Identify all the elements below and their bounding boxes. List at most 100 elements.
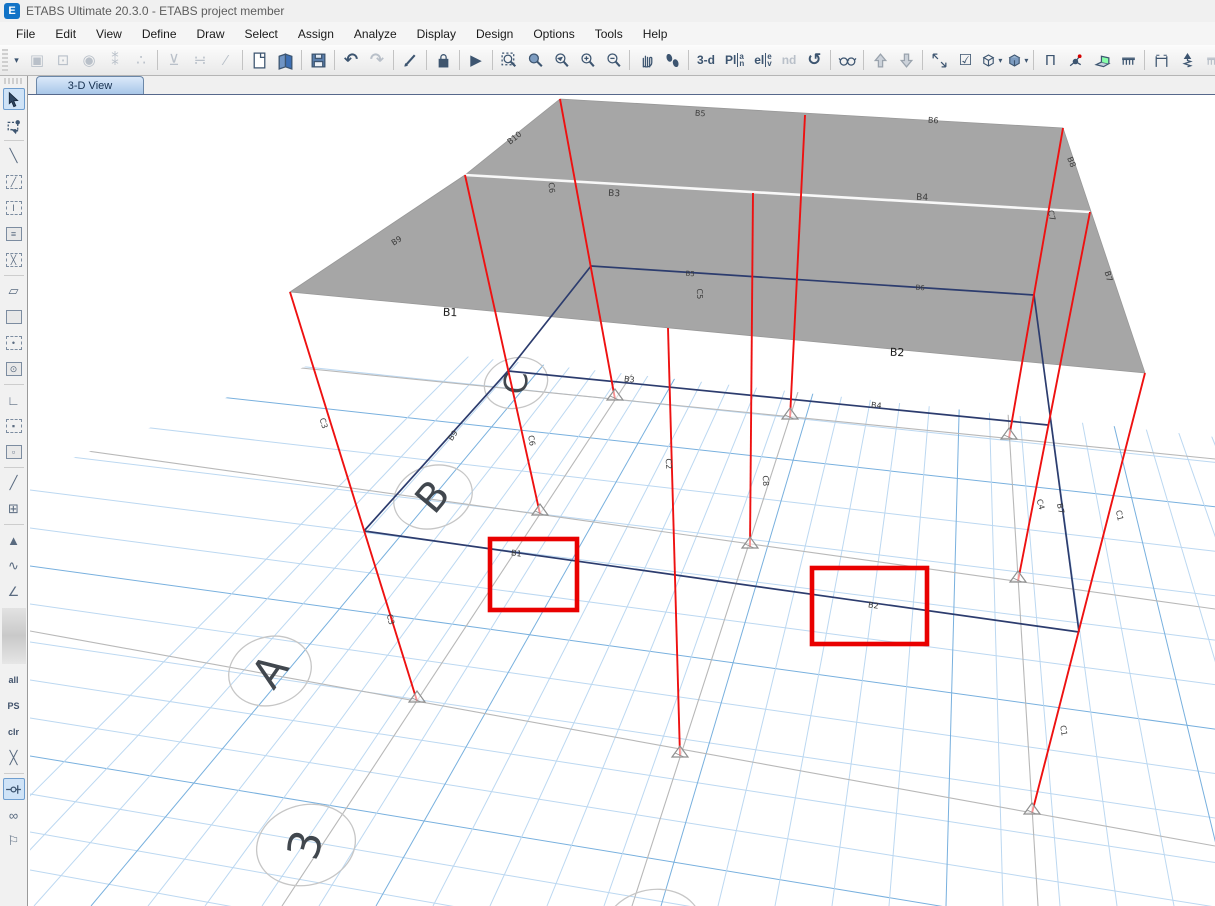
roof-slab[interactable] (290, 99, 1145, 373)
menu-tools[interactable]: Tools (585, 24, 633, 44)
frame-spans-icon[interactable] (1149, 48, 1173, 72)
quick-draw-frame-icon[interactable]: ╱ (3, 171, 25, 193)
menu-analyze[interactable]: Analyze (344, 24, 407, 44)
svg-text:B7: B7 (1055, 502, 1066, 514)
select-all-icon[interactable]: all (3, 669, 25, 691)
toolbar-separator (459, 50, 460, 70)
draw-circle-area-icon[interactable]: ⊙ (3, 358, 25, 380)
intersecting-line-select-icon[interactable]: ╳ (3, 747, 25, 769)
menu-help[interactable]: Help (633, 24, 678, 44)
svg-text:C4: C4 (1035, 498, 1046, 511)
svg-text:B1: B1 (510, 548, 522, 558)
menu-assign[interactable]: Assign (288, 24, 344, 44)
quick-draw-secondary-beams-icon[interactable]: ≡ (3, 223, 25, 245)
assign-joint-icon[interactable] (1064, 48, 1088, 72)
draw-floor-area-icon[interactable]: ▱ (3, 280, 25, 302)
selection-highlight-boxes (490, 539, 927, 644)
select-previous-icon[interactable]: PS (3, 695, 25, 717)
walk-through-icon[interactable] (660, 48, 684, 72)
quick-draw-wall-icon[interactable]: ▪ (3, 415, 25, 437)
menu-edit[interactable]: Edit (45, 24, 86, 44)
view-named-icon[interactable]: nd (778, 48, 801, 72)
menu-view[interactable]: View (86, 24, 132, 44)
svg-text:C5: C5 (695, 288, 704, 299)
svg-text:B5: B5 (695, 109, 706, 119)
new-model-icon[interactable] (247, 48, 271, 72)
draw-rectangular-area-icon[interactable] (3, 306, 25, 328)
assign-deck-icon[interactable] (1116, 48, 1140, 72)
sidebar-scroll-region[interactable] (2, 608, 26, 664)
model-3d-viewport[interactable]: ABC32B9B10B5B6B8B7B3B4B1B2B5B6B3B4B9B7B1… (28, 95, 1215, 906)
toolbar-options-caret[interactable]: ▾ (10, 48, 23, 72)
previous-zoom-icon[interactable] (549, 48, 573, 72)
assign-wall-icon[interactable] (1090, 48, 1114, 72)
redo-icon[interactable]: ↷ (365, 48, 389, 72)
structural-model-scene[interactable]: ABC32B9B10B5B6B8B7B3B4B1B2B5B6B3B4B9B7B1… (28, 95, 1215, 906)
lock-model-icon[interactable] (431, 48, 455, 72)
select-pointer-icon[interactable] (3, 88, 25, 110)
object-shading-icon[interactable]: ▾ (1005, 48, 1029, 72)
toolbar-drag-handle[interactable] (2, 49, 8, 71)
quick-draw-column-icon[interactable]: I (3, 197, 25, 219)
snap-to-joints-icon[interactable]: ⊡ (51, 48, 75, 72)
view-elevation-icon[interactable]: elev (750, 48, 775, 72)
select-chain-icon[interactable]: ∞ (3, 804, 25, 826)
draw-frame-icon[interactable]: Π (1038, 48, 1062, 72)
menu-display[interactable]: Display (407, 24, 466, 44)
menu-options[interactable]: Options (523, 24, 584, 44)
snap-to-intersections-icon[interactable]: ∴ (129, 48, 153, 72)
zoom-out-icon[interactable] (601, 48, 625, 72)
snap-options-icon[interactable]: ⁄ (214, 48, 238, 72)
ribbed-deck-icon[interactable] (1201, 48, 1215, 72)
snap-to-perpendicular-icon[interactable]: ⊻ (162, 48, 186, 72)
draw-line-object-icon[interactable]: ╱ (3, 472, 25, 494)
draw-window-icon[interactable]: ⊞ (3, 498, 25, 520)
svg-text:B1: B1 (443, 306, 458, 319)
draw-tendon-icon[interactable]: ∿ (3, 555, 25, 577)
toolbar-separator (830, 50, 831, 70)
menu-file[interactable]: File (6, 24, 45, 44)
draw-joint-icon[interactable]: ╲ (3, 145, 25, 167)
view-plan-icon[interactable]: Plan (721, 48, 748, 72)
snap-to-ends-icon[interactable]: ⁑ (103, 48, 127, 72)
view-3d-icon[interactable]: 3-d (693, 48, 719, 72)
open-model-icon[interactable] (273, 48, 297, 72)
rotate-3d-view-icon[interactable]: ↺ (802, 48, 826, 72)
menu-define[interactable]: Define (132, 24, 187, 44)
snap-to-lines-icon[interactable]: ∺ (188, 48, 212, 72)
support-spring-icon[interactable] (1175, 48, 1199, 72)
draw-dimension-icon[interactable]: ∠ (3, 581, 25, 603)
select-by-joint-icon[interactable] (3, 778, 25, 800)
save-model-icon[interactable] (306, 48, 330, 72)
move-up-icon[interactable] (868, 48, 892, 72)
draw-link-icon[interactable]: ▲ (3, 529, 25, 551)
run-analysis-icon[interactable]: ▶ (464, 48, 488, 72)
pen-icon[interactable] (398, 48, 422, 72)
select-flag-icon[interactable]: ⚐ (3, 830, 25, 852)
draw-wall-icon[interactable]: ∟ (3, 389, 25, 411)
snap-to-grid-icon[interactable]: ▣ (25, 48, 49, 72)
rubber-band-zoom-icon[interactable] (497, 48, 521, 72)
draw-door-icon[interactable]: ▫ (3, 441, 25, 463)
object-visibility-icon[interactable]: ☑ (953, 48, 977, 72)
quick-draw-braces-icon[interactable]: ╳ (3, 249, 25, 271)
quick-draw-area-icon[interactable]: • (3, 332, 25, 354)
sidebar-separator (4, 384, 24, 385)
svg-text:B6: B6 (928, 116, 939, 126)
undo-icon[interactable]: ↶ (339, 48, 363, 72)
reshape-object-icon[interactable] (3, 114, 25, 136)
perspective-view-icon[interactable] (835, 48, 859, 72)
restore-full-view-icon[interactable] (523, 48, 547, 72)
menu-design[interactable]: Design (466, 24, 523, 44)
sidebar-drag-handle[interactable] (4, 78, 24, 84)
menu-select[interactable]: Select (235, 24, 288, 44)
move-down-icon[interactable] (894, 48, 918, 72)
pan-icon[interactable] (634, 48, 658, 72)
set-view-options-icon[interactable]: ▾ (979, 48, 1003, 72)
clear-selection-icon[interactable]: clr (3, 721, 25, 743)
tab-3d-view[interactable]: 3-D View (36, 76, 144, 94)
zoom-in-icon[interactable] (575, 48, 599, 72)
menu-draw[interactable]: Draw (187, 24, 235, 44)
shrink-objects-icon[interactable] (927, 48, 951, 72)
snap-to-midpoints-icon[interactable]: ◉ (77, 48, 101, 72)
